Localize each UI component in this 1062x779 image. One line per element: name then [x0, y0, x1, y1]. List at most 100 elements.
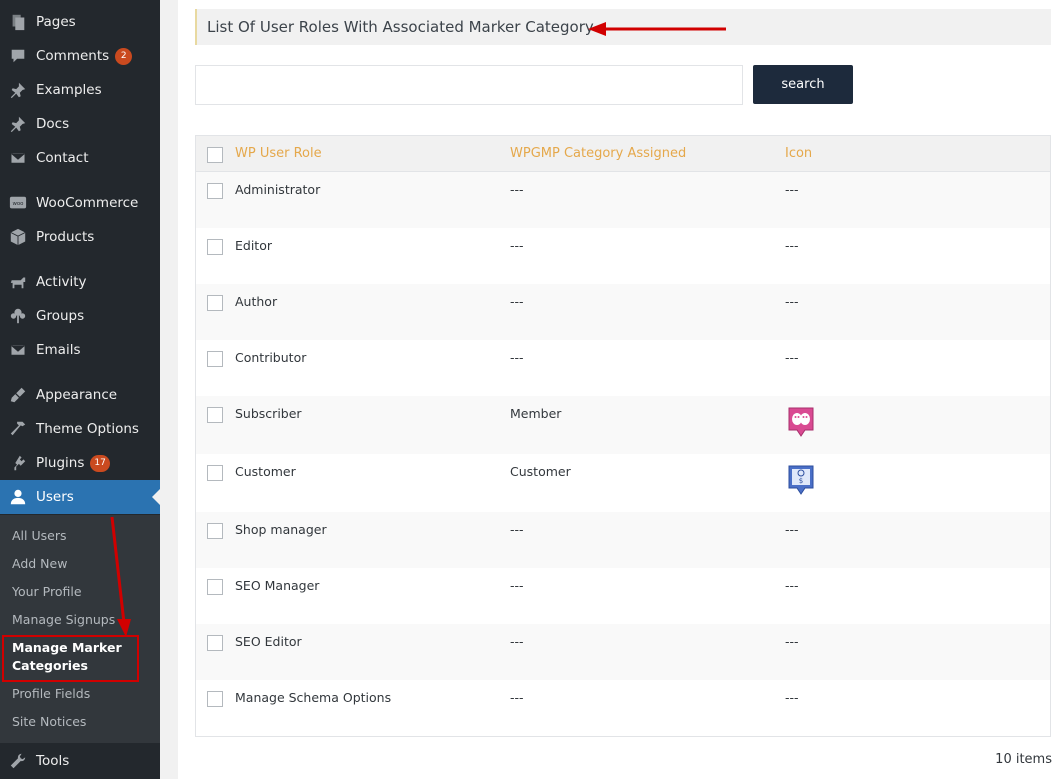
row-checkbox[interactable]: [207, 239, 223, 255]
sidebar-item-label: Products: [36, 229, 95, 245]
woo-icon: woo: [0, 194, 36, 212]
wrench-icon: [0, 752, 36, 770]
pin-icon: [0, 81, 36, 99]
annotation-arrow-left: [588, 22, 726, 36]
category-value: ---: [510, 294, 524, 309]
sidebar-item-label: Appearance: [36, 387, 118, 403]
sidebar-item-emails[interactable]: Emails: [0, 333, 160, 367]
row-checkbox[interactable]: [207, 183, 223, 199]
row-checkbox[interactable]: [207, 579, 223, 595]
sidebar-item-products[interactable]: Products: [0, 220, 160, 254]
table-row: Contributor --- ---: [196, 340, 1050, 396]
groups-icon: [0, 307, 36, 325]
sidebar-item-contact[interactable]: Contact: [0, 141, 160, 175]
category-value: ---: [510, 182, 524, 197]
row-checkbox[interactable]: [207, 691, 223, 707]
table-row: Administrator --- ---: [196, 172, 1050, 228]
row-checkbox[interactable]: [207, 351, 223, 367]
main-content: List Of User Roles With Associated Marke…: [178, 0, 1062, 779]
table-row: Author --- ---: [196, 284, 1050, 340]
role-name: Shop manager: [235, 522, 327, 537]
role-name: Editor: [235, 238, 272, 253]
theater-masks-marker-icon: [788, 407, 814, 437]
role-name: Administrator: [235, 182, 321, 197]
roles-table: WP User Role WPGMP Category Assigned Ico…: [195, 135, 1051, 737]
brush-icon: [0, 386, 36, 404]
sidebar-item-label: Theme Options: [36, 421, 139, 437]
sidebar-item-examples[interactable]: Examples: [0, 73, 160, 107]
sidebar-item-comments[interactable]: Comments 2: [0, 39, 160, 73]
select-all-checkbox[interactable]: [207, 147, 223, 163]
row-checkbox[interactable]: [207, 465, 223, 481]
row-checkbox[interactable]: [207, 295, 223, 311]
category-value: ---: [510, 690, 524, 705]
table-row: Subscriber Member: [196, 396, 1050, 454]
sidebar-item-groups[interactable]: Groups: [0, 299, 160, 333]
column-header-role[interactable]: WP User Role: [235, 146, 322, 161]
submenu-profile-fields[interactable]: Profile Fields: [12, 686, 90, 701]
sidebar-item-label: Emails: [36, 342, 81, 358]
table-header: WP User Role WPGMP Category Assigned Ico…: [196, 136, 1050, 172]
category-value: ---: [510, 578, 524, 593]
row-checkbox[interactable]: [207, 635, 223, 651]
annotation-highlight-box: [2, 635, 139, 682]
category-value: ---: [510, 350, 524, 365]
row-checkbox[interactable]: [207, 523, 223, 539]
role-name: SEO Editor: [235, 634, 302, 649]
users-submenu: All Users Add New Your Profile Manage Si…: [0, 515, 160, 743]
envelope-icon: [0, 341, 36, 359]
icon-value: ---: [785, 690, 799, 705]
sidebar-item-tools[interactable]: Tools: [0, 744, 160, 778]
user-icon: [0, 488, 36, 506]
column-header-icon[interactable]: Icon: [785, 146, 812, 161]
sidebar-item-plugins[interactable]: Plugins 17: [0, 446, 160, 480]
box-icon: [0, 228, 36, 246]
category-value: Member: [510, 406, 562, 421]
submenu-add-new[interactable]: Add New: [12, 556, 67, 571]
category-value: ---: [510, 238, 524, 253]
role-name: Customer: [235, 464, 296, 479]
sidebar-item-activity[interactable]: Activity: [0, 265, 160, 299]
search-button[interactable]: search: [753, 65, 853, 104]
submenu-manage-signups[interactable]: Manage Signups: [12, 612, 115, 627]
category-value: ---: [510, 634, 524, 649]
sidebar-item-label: WooCommerce: [36, 195, 139, 211]
svg-text:$: $: [799, 477, 803, 485]
row-checkbox[interactable]: [207, 407, 223, 423]
sidebar-item-appearance[interactable]: Appearance: [0, 378, 160, 412]
table-row: SEO Editor --- ---: [196, 624, 1050, 680]
sidebar-item-label: Plugins: [36, 455, 85, 471]
sidebar-item-docs[interactable]: Docs: [0, 107, 160, 141]
plugins-update-badge: 17: [90, 454, 110, 472]
sidebar-item-label: Docs: [36, 116, 70, 132]
sidebar-item-theme-options[interactable]: Theme Options: [0, 412, 160, 446]
pin-icon: [0, 115, 36, 133]
active-menu-pointer: [152, 489, 160, 505]
sidebar-item-label: Comments: [36, 48, 110, 64]
sidebar-item-users[interactable]: Users: [0, 480, 160, 514]
sidebar-item-label: Examples: [36, 82, 102, 98]
submenu-your-profile[interactable]: Your Profile: [12, 584, 82, 599]
category-value: Customer: [510, 464, 571, 479]
table-row: SEO Manager --- ---: [196, 568, 1050, 624]
envelope-icon: [0, 149, 36, 167]
icon-value: ---: [785, 522, 799, 537]
table-row: Manage Schema Options --- ---: [196, 680, 1050, 736]
submenu-site-notices[interactable]: Site Notices: [12, 714, 86, 729]
sidebar-item-pages[interactable]: Pages: [0, 5, 160, 39]
sidebar-item-label: Contact: [36, 150, 89, 166]
pages-icon: [0, 13, 36, 31]
icon-value: ---: [785, 182, 799, 197]
icon-value: ---: [785, 634, 799, 649]
category-value: ---: [510, 522, 524, 537]
sidebar-item-label: Activity: [36, 274, 87, 290]
sidebar-item-woocommerce[interactable]: woo WooCommerce: [0, 186, 160, 220]
activity-icon: [0, 273, 36, 291]
column-header-category[interactable]: WPGMP Category Assigned: [510, 146, 686, 161]
hammer-icon: [0, 420, 36, 438]
svg-text:woo: woo: [13, 201, 24, 207]
submenu-all-users[interactable]: All Users: [12, 528, 66, 543]
sidebar-item-label: Groups: [36, 308, 85, 324]
search-input[interactable]: [195, 65, 743, 105]
role-name: Author: [235, 294, 278, 309]
